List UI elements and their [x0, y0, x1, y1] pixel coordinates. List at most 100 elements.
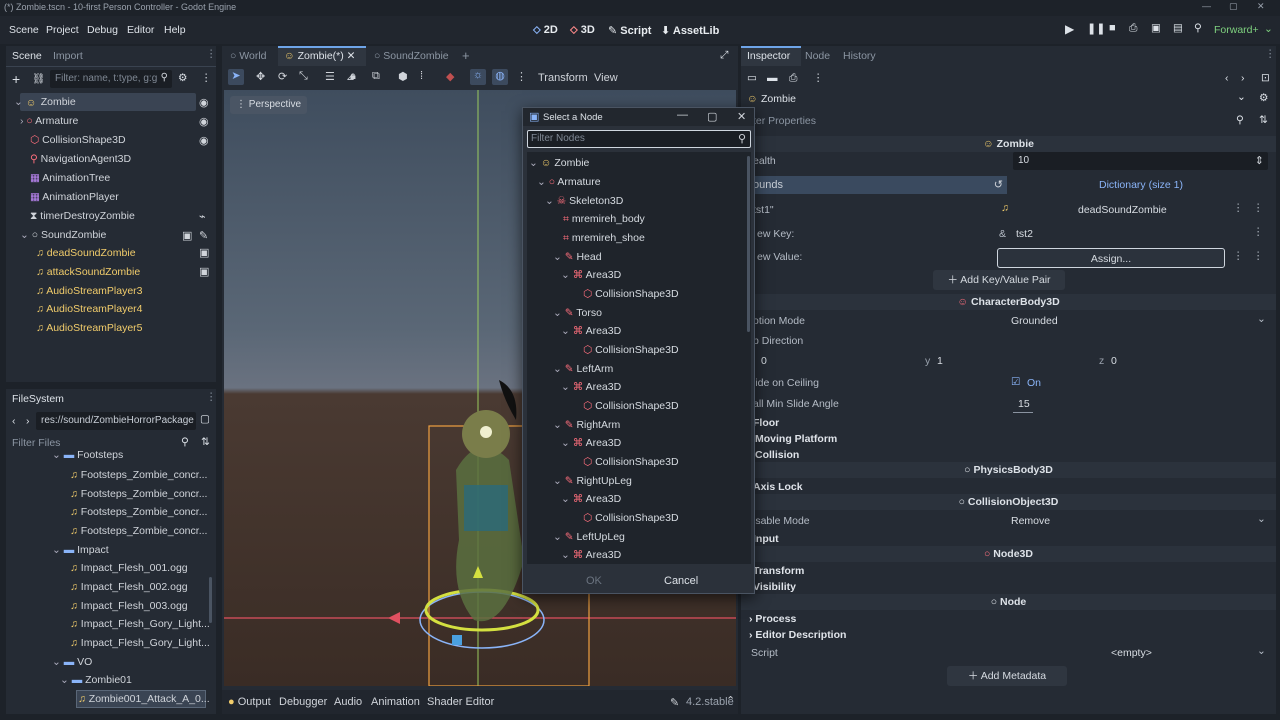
tree-node[interactable]: ⬡ CollisionShape3D: [583, 397, 679, 415]
wall-angle-value[interactable]: 15: [1018, 398, 1030, 410]
tree-node[interactable]: ⌄ ✎ RightUpLeg: [553, 472, 632, 490]
tree-item-navagent[interactable]: ⚲ NavigationAgent3D: [30, 150, 131, 168]
folder-impact[interactable]: ⌄ ▬ Impact: [52, 541, 109, 559]
environment-icon[interactable]: ◍: [492, 69, 508, 85]
menu-editor[interactable]: Editor: [127, 24, 154, 36]
tree-node[interactable]: ⬡ CollisionShape3D: [583, 509, 679, 527]
file-item[interactable]: ♫ Impact_Flesh_002.ogg: [70, 578, 188, 596]
tab-soundzombie[interactable]: ○ SoundZombie: [374, 50, 449, 62]
group-moving-platform[interactable]: Moving Platform: [755, 433, 837, 445]
chevron-down-icon[interactable]: ⌄: [1257, 645, 1266, 657]
tree-item-zombie[interactable]: ⌄ ☺ Zombie: [14, 93, 76, 111]
tab-inspector[interactable]: Inspector: [747, 50, 790, 62]
tree-item-audio3[interactable]: ♫ AudioStreamPlayer3: [36, 282, 143, 300]
tab-import[interactable]: Import: [53, 50, 83, 62]
new-key-input[interactable]: tst2: [1016, 228, 1033, 240]
movie-icon[interactable]: ⚲: [1194, 22, 1202, 34]
tree-node[interactable]: ⬡ CollisionShape3D: [583, 453, 679, 471]
more-icon[interactable]: ⋮: [516, 70, 527, 83]
dock-menu-icon[interactable]: ⋮: [206, 391, 217, 403]
tree-node[interactable]: ⌄ ⌘ Area3D: [561, 378, 621, 396]
tree-node[interactable]: ⌄ ⌘ Area3D: [561, 434, 621, 452]
tab-audio[interactable]: Audio: [334, 696, 362, 708]
menu-debug[interactable]: Debug: [87, 24, 118, 36]
maximize-icon[interactable]: ▢: [707, 110, 717, 123]
up-direction-x[interactable]: 0: [761, 355, 767, 367]
perspective-menu[interactable]: ⋮ Perspective: [230, 96, 308, 114]
checkbox-icon[interactable]: ▣: [199, 265, 209, 278]
tab-animation[interactable]: Animation: [371, 696, 420, 708]
stop-icon[interactable]: ■: [1109, 22, 1116, 34]
add-key-value-button[interactable]: ＋ Add Key/Value Pair: [933, 270, 1065, 290]
more-icon[interactable]: ⋮: [1253, 226, 1264, 238]
tree-item-deadsound[interactable]: ♫ deadSoundZombie: [36, 244, 136, 262]
dict-value-1[interactable]: deadSoundZombie: [1078, 204, 1167, 216]
search-icon[interactable]: ⚲: [1236, 114, 1244, 126]
dock-options-icon[interactable]: ⋮: [201, 72, 212, 84]
menu-view[interactable]: View: [594, 72, 618, 84]
tree-item-soundzombie[interactable]: ⌄ ○ SoundZombie: [20, 226, 106, 244]
script-value[interactable]: <empty>: [1111, 647, 1152, 659]
group-floor[interactable]: Floor: [753, 417, 779, 429]
tree-node[interactable]: ⌗ mremireh_shoe: [563, 229, 645, 247]
button-script[interactable]: ✎ Script: [608, 24, 651, 37]
scrollbar[interactable]: [209, 577, 212, 623]
tree-item-collisionshape[interactable]: ⬡ CollisionShape3D: [30, 131, 126, 149]
scrollbar[interactable]: [747, 156, 750, 332]
group-visibility[interactable]: Visibility: [753, 581, 796, 593]
menu-scene[interactable]: Scene: [9, 24, 39, 36]
tree-node[interactable]: ⌄ ✎ Torso: [553, 304, 602, 322]
close-tab-icon[interactable]: ✕: [347, 50, 356, 62]
scene-filter-input[interactable]: Filter: name, t:type, g:g ⚲: [50, 70, 172, 88]
dock-menu-icon[interactable]: ⋮: [206, 48, 217, 60]
filter-options-icon[interactable]: ⚙: [178, 72, 187, 84]
file-item[interactable]: ♫ Footsteps_Zombie_concr...: [70, 466, 207, 484]
options-icon[interactable]: ⇅: [1259, 114, 1268, 126]
assign-button[interactable]: Assign...: [997, 248, 1225, 268]
group-icon[interactable]: ▣: [182, 229, 192, 242]
back-icon[interactable]: ‹: [1225, 72, 1229, 84]
visibility-icon[interactable]: ◉: [199, 96, 209, 109]
grid-icon[interactable]: ⁞: [420, 70, 423, 82]
menu-project[interactable]: Project: [46, 24, 79, 36]
tab-world[interactable]: ○ World: [230, 50, 267, 62]
play-icon[interactable]: ▶: [1065, 22, 1074, 36]
more-icon[interactable]: ⋮: [813, 72, 824, 84]
close-icon[interactable]: ✕: [737, 110, 746, 123]
checkbox-icon[interactable]: ▣: [199, 246, 209, 259]
filter-properties-input[interactable]: ter Properties: [753, 115, 816, 127]
sounds-dictionary-button[interactable]: Dictionary (size 1): [1099, 179, 1183, 191]
file-item[interactable]: ♫ Impact_Flesh_Gory_Light...: [70, 634, 210, 652]
minimize-icon[interactable]: —: [1202, 1, 1211, 11]
button-3d[interactable]: ⬦ 3D: [570, 24, 595, 37]
checkbox-checked-icon[interactable]: ☑: [1011, 376, 1020, 388]
tree-node[interactable]: ⌄ ☠ Skeleton3D: [545, 192, 623, 210]
forward-icon[interactable]: ›: [26, 415, 30, 427]
ok-button[interactable]: OK: [586, 575, 602, 587]
file-item[interactable]: ♫ Footsteps_Zombie_concr...: [70, 503, 207, 521]
minimize-icon[interactable]: —: [677, 109, 688, 121]
tree-item-audio4[interactable]: ♫ AudioStreamPlayer4: [36, 300, 143, 318]
play-scene-icon[interactable]: ▣: [1151, 22, 1161, 34]
tree-node[interactable]: ⌄ ○ Armature: [537, 173, 601, 191]
up-direction-z[interactable]: 0: [1111, 355, 1117, 367]
tab-node[interactable]: Node: [805, 50, 830, 62]
group-collision[interactable]: Collision: [755, 449, 799, 461]
forward-icon[interactable]: ›: [1241, 72, 1245, 84]
tab-shader-editor[interactable]: Shader Editor: [427, 696, 494, 708]
visibility-icon[interactable]: ◉: [199, 115, 209, 128]
file-item[interactable]: ♫ Footsteps_Zombie_concr...: [70, 485, 207, 503]
group-icon[interactable]: ⧉: [372, 70, 380, 83]
chevron-down-icon[interactable]: ⌄: [1257, 313, 1266, 325]
folder-zombie01[interactable]: ⌄ ▬ Zombie01: [60, 671, 132, 689]
path-input[interactable]: res://sound/ZombieHorrorPackage: [36, 412, 196, 430]
search-icon[interactable]: ⚲: [181, 436, 189, 448]
tree-node[interactable]: ⌄ ✎ RightArm: [553, 416, 620, 434]
disable-mode-select[interactable]: Remove: [1011, 515, 1050, 527]
tree-node[interactable]: ⌄ ⌘ Area3D: [561, 322, 621, 340]
tree-item-attacksound[interactable]: ♫ attackSoundZombie: [36, 263, 140, 281]
group-editor-description[interactable]: › Editor Description: [749, 629, 846, 641]
tree-item-animtree[interactable]: ▦ AnimationTree: [30, 169, 110, 187]
file-item-selected[interactable]: ♫ Zombie001_Attack_A_0...: [78, 690, 210, 708]
tree-node[interactable]: ⬡ CollisionShape3D: [583, 285, 679, 303]
